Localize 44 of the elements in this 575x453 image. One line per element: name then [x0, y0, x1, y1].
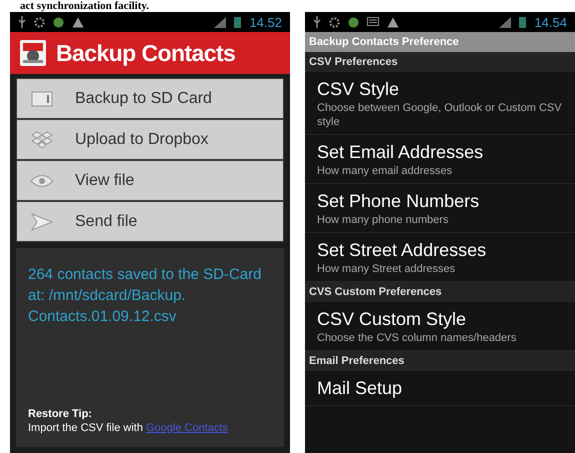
preference-item[interactable]: Mail Setup — [305, 371, 575, 406]
backup-message: 264 contacts saved to the SD-Card at: /mnt/sdcard/Backup. Contacts.01.09.12.csv — [28, 265, 262, 327]
menu-item[interactable]: Upload to Dropbox — [17, 120, 283, 159]
usb-icon — [313, 16, 321, 28]
send-icon — [31, 212, 53, 230]
menu-item[interactable]: Backup to SD Card — [17, 79, 283, 118]
preference-item[interactable]: CSV Style Choose between Google, Outlook or Custom CSV style — [305, 72, 575, 135]
preference-title: Set Email Addresses — [317, 141, 484, 164]
clock-time: 14.54 — [534, 16, 567, 28]
preference-summary: How many Street addresses — [317, 262, 456, 276]
preference-title: Mail Setup — [317, 377, 404, 400]
preference-summary: How many phone numbers — [317, 213, 450, 227]
dropbox-icon — [31, 130, 53, 148]
preference-item[interactable]: Set Email Addresses How many email addresses — [305, 135, 575, 184]
warning-icon — [72, 16, 84, 28]
menu-item[interactable]: Send file — [17, 202, 283, 241]
battery-icon — [234, 16, 242, 28]
caption: act synchronization facility. — [19, 0, 150, 12]
app-title: Backup Contacts — [56, 38, 236, 68]
battery-icon — [519, 16, 526, 28]
section-title: CVS Custom Preferences — [309, 284, 442, 300]
screen-title: Backup Contacts Preference — [309, 34, 459, 50]
usb-icon — [18, 16, 26, 28]
preference-title: CSV Style — [317, 78, 400, 101]
signal-icon — [214, 16, 226, 28]
preference-item[interactable]: Set Phone Numbers How many phone numbers — [305, 184, 575, 233]
preference-summary: Choose between Google, Outlook or Custom CSV style — [317, 101, 563, 129]
preference-title: CSV Custom Style — [317, 308, 468, 331]
tip-text: Import the CSV file with Google Contacts — [28, 421, 229, 435]
preference-summary: How many email addresses — [317, 164, 454, 178]
preference-title: Set Phone Numbers — [317, 190, 480, 213]
tip-title: Restore Tip: — [28, 407, 93, 421]
section-title: CSV Preferences — [309, 54, 398, 70]
warning-icon — [387, 16, 399, 28]
preference-summary: Choose the CVS column names/headers — [317, 331, 518, 345]
sd-card-icon — [31, 90, 53, 106]
menu-item[interactable]: View file — [17, 161, 283, 200]
clock-time: 14.52 — [249, 16, 282, 28]
preference-title: Set Street Addresses — [317, 239, 488, 262]
signal-icon — [499, 16, 512, 28]
app-logo-icon — [18, 38, 48, 68]
message-icon — [367, 17, 379, 27]
section-title: Email Preferences — [309, 354, 404, 369]
eye-icon — [30, 174, 54, 188]
